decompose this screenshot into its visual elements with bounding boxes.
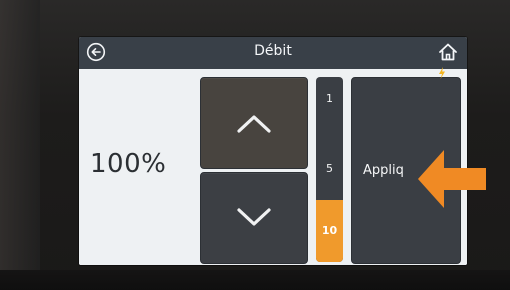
lightning-icon — [439, 67, 445, 79]
home-icon — [439, 43, 457, 61]
flow-value: 100% — [90, 149, 167, 179]
increase-button[interactable] — [200, 77, 308, 169]
bezel-bottom — [0, 270, 510, 290]
chevron-up-icon — [237, 115, 271, 133]
top-bar: Débit — [79, 37, 467, 69]
apply-label: Appliq — [363, 163, 404, 178]
content-area: 100% 1 5 10 Appliq — [79, 69, 467, 265]
step-option-1[interactable]: 1 — [316, 92, 343, 105]
chevron-down-icon — [237, 208, 271, 226]
home-button[interactable] — [437, 41, 459, 63]
touch-screen: Débit 100% 1 5 10 Appliq — [79, 37, 467, 265]
bezel-left — [0, 0, 40, 290]
page-title: Débit — [254, 43, 292, 59]
step-selector: 1 5 10 — [316, 77, 343, 262]
step-option-5[interactable]: 5 — [316, 162, 343, 175]
device-frame: Débit 100% 1 5 10 Appliq — [0, 0, 510, 290]
step-option-10[interactable]: 10 — [316, 200, 343, 262]
pointer-arrow-icon — [418, 150, 486, 208]
decrease-button[interactable] — [200, 172, 308, 264]
